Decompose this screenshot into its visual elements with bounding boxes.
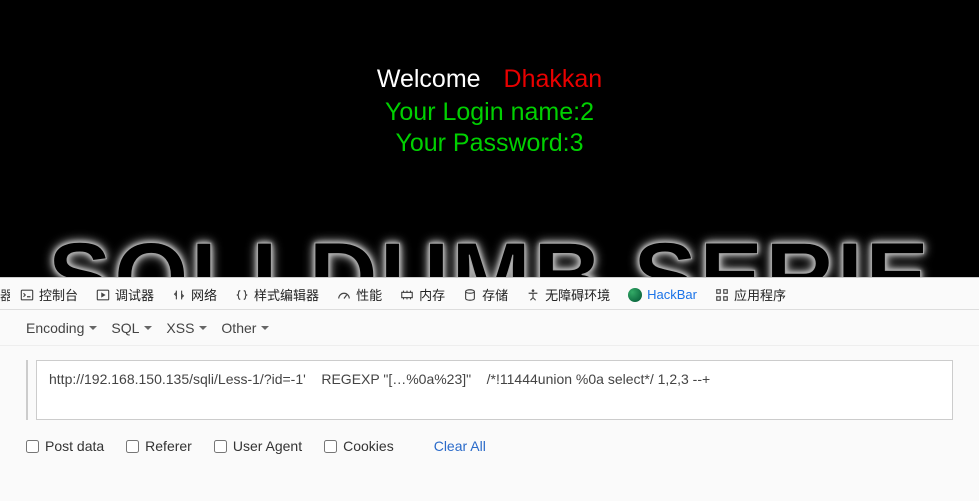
network-icon: [171, 287, 187, 303]
tab-console[interactable]: 控制台: [11, 282, 86, 307]
clear-all-link[interactable]: Clear All: [434, 438, 486, 454]
other-menu[interactable]: Other: [221, 320, 269, 336]
caret-icon: [144, 326, 152, 330]
encoding-menu[interactable]: Encoding: [26, 320, 97, 336]
accessibility-icon: [525, 287, 541, 303]
sql-label: SQL: [111, 320, 139, 336]
apps-icon: [714, 287, 730, 303]
devtools-tabs: 器 控制台 调试器 网络 样式编辑器 性能 内存 存储: [0, 278, 979, 310]
caret-icon: [261, 326, 269, 330]
tab-accessibility-label: 无障碍环境: [545, 285, 610, 304]
console-icon: [19, 287, 35, 303]
post-data-label: Post data: [45, 438, 104, 454]
post-data-input[interactable]: [26, 440, 39, 453]
url-input[interactable]: [36, 360, 953, 420]
tab-console-label: 控制台: [39, 285, 78, 304]
debugger-icon: [95, 287, 111, 303]
tab-debugger-label: 调试器: [115, 285, 154, 304]
background-title: SQLI DUMB SERIE: [0, 222, 979, 277]
password: Your Password:3: [0, 129, 979, 158]
tab-storage-label: 存储: [482, 285, 508, 304]
tab-memory[interactable]: 内存: [391, 282, 453, 307]
memory-icon: [399, 287, 415, 303]
style-icon: [234, 287, 250, 303]
tab-debugger[interactable]: 调试器: [87, 282, 162, 307]
welcome-line: Welcome Dhakkan: [0, 65, 979, 94]
tab-network[interactable]: 网络: [163, 282, 225, 307]
caret-icon: [89, 326, 97, 330]
options-row: Post data Referer User Agent Cookies Cle…: [0, 428, 979, 454]
tab-storage[interactable]: 存储: [454, 282, 516, 307]
caret-icon: [199, 326, 207, 330]
hackbar-icon: [627, 287, 643, 303]
side-gutter: [26, 360, 30, 420]
cookies-input[interactable]: [324, 440, 337, 453]
tab-apps-label: 应用程序: [734, 285, 786, 304]
cookies-checkbox[interactable]: Cookies: [324, 438, 394, 454]
referer-input[interactable]: [126, 440, 139, 453]
tab-network-label: 网络: [191, 285, 217, 304]
xss-label: XSS: [166, 320, 194, 336]
dhakkan-text: Dhakkan: [504, 65, 603, 93]
xss-menu[interactable]: XSS: [166, 320, 207, 336]
referer-label: Referer: [145, 438, 192, 454]
tab-apps[interactable]: 应用程序: [706, 282, 794, 307]
tab-performance-label: 性能: [356, 285, 382, 304]
user-agent-checkbox[interactable]: User Agent: [214, 438, 302, 454]
user-agent-label: User Agent: [233, 438, 302, 454]
welcome-text: Welcome: [377, 65, 481, 93]
user-agent-input[interactable]: [214, 440, 227, 453]
cookies-label: Cookies: [343, 438, 394, 454]
other-label: Other: [221, 320, 256, 336]
tab-accessibility[interactable]: 无障碍环境: [517, 282, 618, 307]
performance-icon: [336, 287, 352, 303]
tab-hackbar-label: HackBar: [647, 287, 697, 302]
referer-checkbox[interactable]: Referer: [126, 438, 192, 454]
hackbar-menu-row: Encoding SQL XSS Other: [0, 310, 979, 346]
url-row: [0, 346, 979, 428]
tab-style-label: 样式编辑器: [254, 285, 319, 304]
login-name: Your Login name:2: [0, 98, 979, 127]
tab-hackbar[interactable]: HackBar: [619, 284, 705, 306]
tab-style-editor[interactable]: 样式编辑器: [226, 282, 327, 307]
sql-menu[interactable]: SQL: [111, 320, 152, 336]
devtools-panel: 器 控制台 调试器 网络 样式编辑器 性能 内存 存储: [0, 277, 979, 501]
encoding-label: Encoding: [26, 320, 84, 336]
post-data-checkbox[interactable]: Post data: [26, 438, 104, 454]
tab-truncated[interactable]: 器: [0, 285, 10, 304]
tab-memory-label: 内存: [419, 285, 445, 304]
tab-performance[interactable]: 性能: [328, 282, 390, 307]
welcome-block: Welcome Dhakkan Your Login name:2 Your P…: [0, 0, 979, 158]
storage-icon: [462, 287, 478, 303]
sqli-labs-page: Welcome Dhakkan Your Login name:2 Your P…: [0, 0, 979, 277]
